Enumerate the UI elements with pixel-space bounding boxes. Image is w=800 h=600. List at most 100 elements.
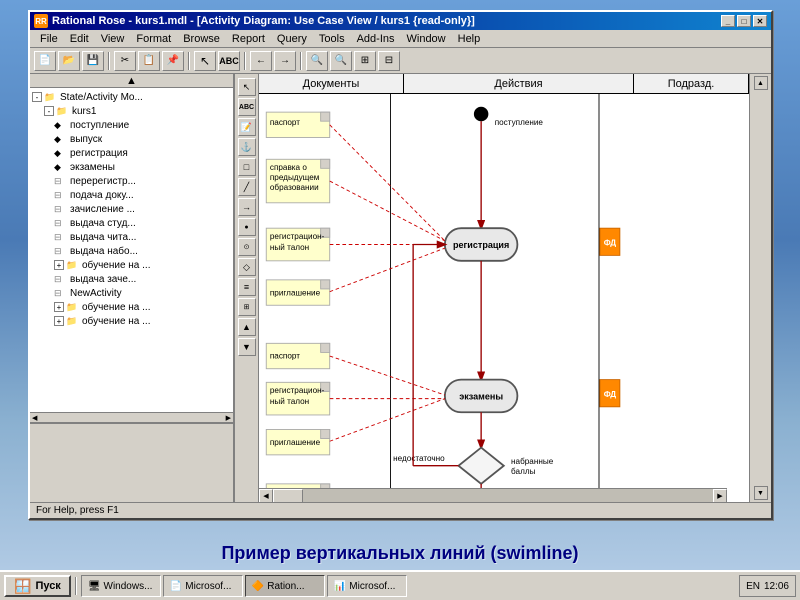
menu-file[interactable]: File [34, 32, 64, 46]
toolbar-cut[interactable]: ✂ [114, 51, 136, 71]
vert-anchor[interactable]: ⚓ [238, 138, 256, 156]
item-icon: ⊟ [54, 175, 68, 187]
toolbar-fit2[interactable]: ⊟ [378, 51, 400, 71]
vert-sync[interactable]: ≡ [238, 278, 256, 296]
menu-view[interactable]: View [95, 32, 131, 46]
taskbar-item-2[interactable]: 🔶 Ration... [245, 575, 325, 597]
menu-tools[interactable]: Tools [313, 32, 351, 46]
menu-window[interactable]: Window [401, 32, 452, 46]
scroll-track[interactable] [273, 489, 713, 503]
tree-item-newactivity[interactable]: ⊟ NewActivity [32, 286, 231, 300]
menu-addins[interactable]: Add-Ins [351, 32, 401, 46]
close-button[interactable]: ✕ [753, 15, 767, 27]
tree-item-perereg[interactable]: ⊟ перерегистр... [32, 174, 231, 188]
caption: Пример вертикальных линий (swimline) [0, 543, 800, 564]
toolbar-zoom-out[interactable]: 🔍 [330, 51, 352, 71]
tree-item-obuchenie3[interactable]: + 📁 обучение на ... [32, 314, 231, 328]
menu-query[interactable]: Query [271, 32, 313, 46]
minimize-button[interactable]: _ [721, 15, 735, 27]
start-button[interactable]: 🪟 Пуск [4, 575, 71, 597]
maximize-button[interactable]: □ [737, 15, 751, 27]
expand-icon[interactable]: - [44, 106, 54, 116]
toolbar-zoom-in[interactable]: 🔍 [306, 51, 328, 71]
toolbar-sep3 [244, 52, 246, 70]
vert-arrow[interactable]: → [238, 198, 256, 216]
taskbar: 🪟 Пуск 🖥 Windows... 📄 Microsof... 🔶 Rati… [0, 570, 800, 600]
menu-edit[interactable]: Edit [64, 32, 95, 46]
taskbar-item-label: Ration... [267, 581, 304, 592]
tree-item-vydacha-stud[interactable]: ⊟ выдача студ... [32, 216, 231, 230]
toolbar-back[interactable]: ← [250, 51, 272, 71]
scroll-right-btn[interactable]: ▶ [713, 489, 727, 503]
menu-format[interactable]: Format [130, 32, 177, 46]
vert-down[interactable]: ▼ [238, 338, 256, 356]
menu-help[interactable]: Help [452, 32, 487, 46]
content-area: ▲ - 📁 State/Activity Mo... - 📁 kurs1 ◆ п… [30, 74, 771, 502]
toolbar-open[interactable]: 📂 [58, 51, 80, 71]
clock: 12:06 [764, 581, 789, 592]
taskbar-item-0[interactable]: 🖥 Windows... [81, 575, 161, 597]
vert-decision[interactable]: ◇ [238, 258, 256, 276]
svg-text:приглашение: приглашение [270, 438, 321, 447]
tree-scroll-h[interactable]: ◀▶ [30, 412, 233, 422]
toolbar-paste[interactable]: 📌 [162, 51, 184, 71]
tree-item-zachislenie[interactable]: ⊟ зачисление ... [32, 202, 231, 216]
right-panel: ▲ ▼ [749, 74, 771, 502]
tree-item-label: NewActivity [70, 288, 122, 299]
tree-scroll-up[interactable]: ▲ [30, 74, 233, 88]
vert-up[interactable]: ▲ [238, 318, 256, 336]
diagram-h-scrollbar[interactable]: ◀ ▶ [259, 488, 727, 502]
vert-line[interactable]: ╱ [238, 178, 256, 196]
svg-text:ный талон: ный талон [270, 243, 309, 252]
taskbar-item-3[interactable]: 📊 Microsof... [327, 575, 407, 597]
tree-item-label: обучение на ... [82, 260, 151, 271]
tree-item-podacha[interactable]: ⊟ подача доку... [32, 188, 231, 202]
scroll-thumb[interactable] [273, 489, 303, 503]
vert-box[interactable]: □ [238, 158, 256, 176]
toolbar-copy[interactable]: 📋 [138, 51, 160, 71]
tree-item-obuchenie2[interactable]: + 📁 обучение на ... [32, 300, 231, 314]
scroll-left-btn[interactable]: ◀ [259, 489, 273, 503]
title-bar: RR Rational Rose - kurs1.mdl - [Activity… [30, 12, 771, 30]
expand-icon[interactable]: + [54, 316, 64, 326]
vert-end[interactable]: ⊙ [238, 238, 256, 256]
expand-icon[interactable]: - [32, 92, 42, 102]
tree-item-vydacha-zach[interactable]: ⊟ выдача заче... [32, 272, 231, 286]
vert-swimlane[interactable]: ⊞ [238, 298, 256, 316]
tree-root[interactable]: - 📁 State/Activity Mo... [32, 90, 231, 104]
vert-text[interactable]: ABC [238, 98, 256, 116]
right-scroll-up[interactable]: ▲ [754, 76, 768, 90]
menu-browse[interactable]: Browse [177, 32, 226, 46]
item-icon: ◆ [54, 133, 68, 145]
taskbar-item-1[interactable]: 📄 Microsof... [163, 575, 243, 597]
toolbar-forward[interactable]: → [274, 51, 296, 71]
expand-icon[interactable]: + [54, 302, 64, 312]
vert-start[interactable]: ● [238, 218, 256, 236]
tree-item-ekzameny[interactable]: ◆ экзамены [32, 160, 231, 174]
svg-text:регистрацион-: регистрацион- [270, 232, 325, 241]
toolbar-select[interactable]: ↖ [194, 51, 216, 71]
item-icon: ⊟ [54, 203, 68, 215]
tree-item-registracia[interactable]: ◆ регистрация [32, 146, 231, 160]
tree-item-vydacha-chit[interactable]: ⊟ выдача чита... [32, 230, 231, 244]
vert-select[interactable]: ↖ [238, 78, 256, 96]
toolbar-new[interactable]: 📄 [34, 51, 56, 71]
right-scroll-down[interactable]: ▼ [754, 486, 768, 500]
toolbar-save[interactable]: 💾 [82, 51, 104, 71]
status-text: For Help, press F1 [36, 505, 119, 516]
tree-root-label: State/Activity Mo... [60, 92, 143, 103]
svg-text:паспорт: паспорт [270, 352, 300, 361]
taskbar-item-label: Windows... [104, 581, 153, 592]
expand-icon[interactable]: + [54, 260, 64, 270]
diagram-canvas[interactable]: регистрация поступление паспорт справка … [259, 94, 749, 502]
app-icon: RR [34, 14, 48, 28]
menu-report[interactable]: Report [226, 32, 271, 46]
tree-item-obuchenie1[interactable]: + 📁 обучение на ... [32, 258, 231, 272]
tree-item-kurs1[interactable]: - 📁 kurs1 [32, 104, 231, 118]
tree-item-vypusk[interactable]: ◆ выпуск [32, 132, 231, 146]
tree-item-postuplenie[interactable]: ◆ поступление [32, 118, 231, 132]
vert-note[interactable]: 📝 [238, 118, 256, 136]
toolbar-text[interactable]: ABC [218, 51, 240, 71]
toolbar-fit[interactable]: ⊞ [354, 51, 376, 71]
tree-item-vydacha-nab[interactable]: ⊟ выдача набо... [32, 244, 231, 258]
